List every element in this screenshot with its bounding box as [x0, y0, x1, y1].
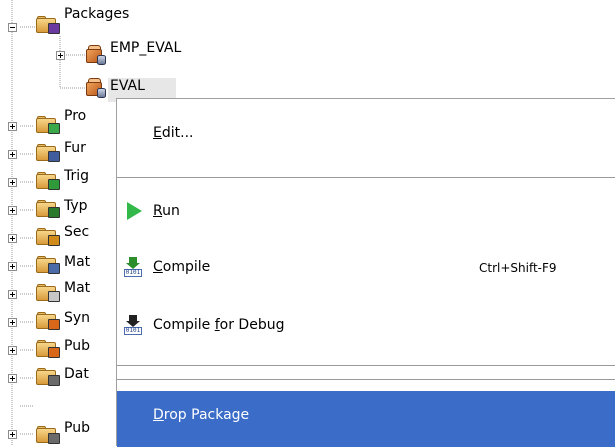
tree-item-folder[interactable]: Typ	[64, 198, 88, 214]
packages-folder-icon	[36, 16, 60, 34]
menu-item-edit[interactable]: Edit...	[117, 115, 615, 151]
tree-item-folder[interactable]: Mat	[64, 254, 90, 270]
compile-debug-icon: 0101	[123, 315, 143, 335]
compile-icon: 0101	[123, 257, 143, 277]
triggers-folder-icon	[36, 172, 60, 190]
collapse-packages-toggle[interactable]	[8, 23, 17, 32]
database-links-folder-icon	[36, 368, 60, 386]
public-database-links-folder-icon	[36, 426, 60, 444]
tree-item-folder[interactable]: Sec	[64, 224, 89, 240]
expand-toggle[interactable]	[8, 430, 17, 439]
procedures-folder-icon	[36, 116, 60, 134]
expand-toggle[interactable]	[8, 346, 17, 355]
expand-toggle[interactable]	[8, 122, 17, 131]
tree-item-folder[interactable]: Pro	[64, 108, 86, 124]
expand-toggle[interactable]	[8, 150, 17, 159]
menu-item-compile-debug-label: Compile for Debug	[153, 317, 285, 333]
expand-toggle[interactable]	[8, 234, 17, 243]
package-icon	[84, 78, 106, 98]
expand-toggle[interactable]	[8, 206, 17, 215]
menu-separator	[117, 177, 615, 179]
tree-item-folder[interactable]: Trig	[64, 168, 89, 184]
menu-item-edit-label: Edit...	[153, 125, 194, 141]
tree-item-folder[interactable]: Fur	[64, 140, 86, 156]
menu-item-compile[interactable]: 0101 Compile Ctrl+Shift-F9	[117, 249, 615, 285]
context-menu: Edit... Run 0101 Compile Ctrl+Shift-F9 0…	[116, 98, 615, 447]
types-folder-icon	[36, 200, 60, 218]
materialized-views-folder-icon	[36, 256, 60, 274]
expand-toggle[interactable]	[8, 374, 17, 383]
expand-toggle[interactable]	[8, 262, 17, 271]
menu-separator	[117, 379, 615, 381]
menu-item-compile-label: Compile	[153, 259, 211, 275]
materialized-view-logs-folder-icon	[36, 284, 60, 302]
tree-item-folder[interactable]: Mat	[64, 280, 90, 296]
tree-item-emp-eval[interactable]: EMP_EVAL	[110, 40, 181, 56]
public-synonyms-folder-icon	[36, 340, 60, 358]
tree-item-folder[interactable]: Dat	[64, 366, 89, 382]
tree-item-packages[interactable]: Packages	[64, 6, 129, 22]
expand-toggle[interactable]	[8, 290, 17, 299]
expand-toggle[interactable]	[8, 318, 17, 327]
menu-item-run[interactable]: Run	[117, 193, 615, 229]
expand-toggle[interactable]	[8, 178, 17, 187]
menu-item-run-label: Run	[153, 203, 180, 219]
tree-item-folder[interactable]: Pub	[64, 338, 90, 354]
menu-item-drop-package-label: Drop Package	[153, 407, 250, 423]
functions-folder-icon	[36, 144, 60, 162]
expand-emp-eval-toggle[interactable]	[56, 51, 65, 60]
menu-separator	[117, 365, 615, 367]
run-icon	[123, 201, 143, 221]
synonyms-folder-icon	[36, 312, 60, 330]
tree-item-folder[interactable]: Syn	[64, 310, 90, 326]
menu-item-drop-package[interactable]: Drop Package	[117, 391, 615, 447]
compile-shortcut: Ctrl+Shift-F9	[479, 261, 557, 275]
tree-item-folder[interactable]: Pub	[64, 420, 90, 436]
sequences-folder-icon	[36, 228, 60, 246]
package-icon	[84, 45, 106, 65]
menu-item-compile-for-debug[interactable]: 0101 Compile for Debug	[117, 307, 615, 343]
